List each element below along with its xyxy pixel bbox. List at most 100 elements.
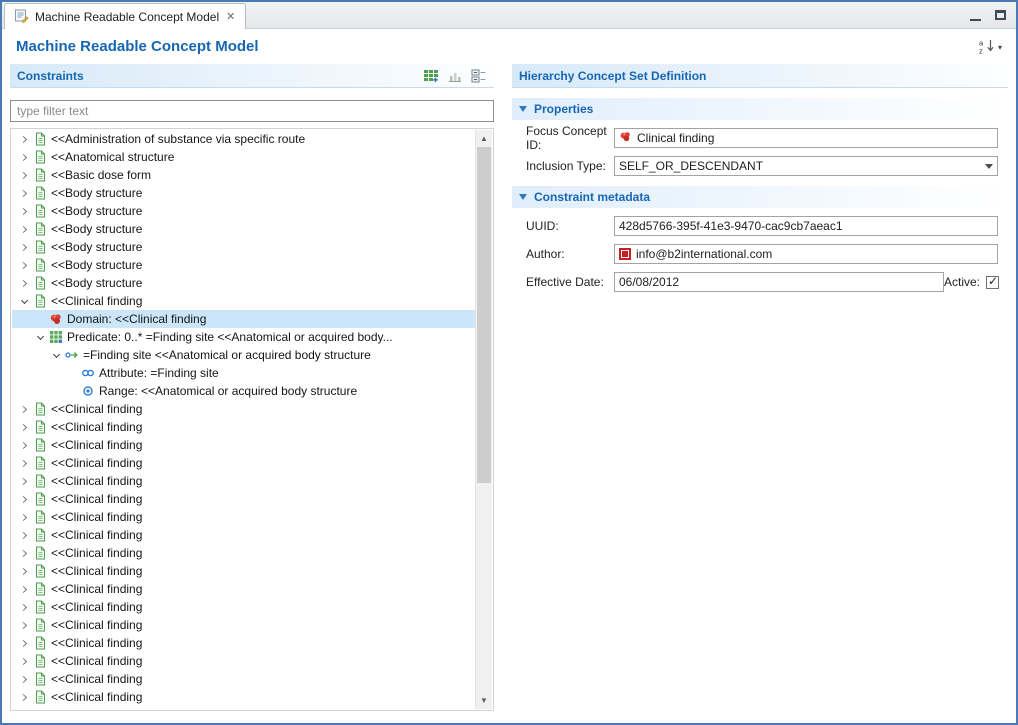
tree-item-label: <<Administration of substance via specif… <box>51 132 305 146</box>
minimize-icon[interactable] <box>970 19 981 21</box>
tree-item[interactable]: <<Clinical finding <box>12 508 475 526</box>
chevron-right-icon[interactable] <box>16 545 32 561</box>
chevron-right-icon[interactable] <box>16 131 32 147</box>
chevron-right-icon[interactable] <box>16 653 32 669</box>
tree-item[interactable]: <<Clinical finding <box>12 562 475 580</box>
tree-item[interactable]: Range: <<Anatomical or acquired body str… <box>12 382 475 400</box>
chevron-right-icon[interactable] <box>16 563 32 579</box>
tree-item[interactable]: <<Clinical finding <box>12 292 475 310</box>
tree-item[interactable]: <<Clinical finding <box>12 670 475 688</box>
tree-item[interactable]: <<Clinical finding <box>12 418 475 436</box>
scroll-up-icon[interactable]: ▲ <box>476 130 492 147</box>
chevron-right-icon[interactable] <box>16 671 32 687</box>
chevron-down-icon[interactable] <box>48 347 64 363</box>
chevron-right-icon[interactable] <box>16 455 32 471</box>
tree-item[interactable]: <<Anatomical structure <box>12 148 475 166</box>
chevron-right-icon[interactable] <box>16 473 32 489</box>
tree-item[interactable]: <<Clinical finding <box>12 490 475 508</box>
section-twisty-icon[interactable] <box>519 106 527 112</box>
tree-item[interactable]: <<Clinical finding <box>12 544 475 562</box>
tree-item-label: <<Basic dose form <box>51 168 151 182</box>
tree-item[interactable]: <<Clinical finding <box>12 526 475 544</box>
maximize-icon[interactable] <box>995 10 1006 20</box>
chevron-right-icon[interactable] <box>16 509 32 525</box>
chevron-right-icon[interactable] <box>16 167 32 183</box>
tree-item[interactable]: <<Clinical finding <box>12 688 475 706</box>
chevron-right-icon[interactable] <box>16 275 32 291</box>
uuid-field[interactable] <box>614 216 998 236</box>
chevron-right-icon[interactable] <box>16 401 32 417</box>
chevron-right-icon[interactable] <box>16 617 32 633</box>
tree-item[interactable]: <<Clinical finding <box>12 436 475 454</box>
tree-item[interactable]: <<Body structure <box>12 184 475 202</box>
chevron-right-icon[interactable] <box>16 203 32 219</box>
tree-item[interactable]: <<Basic dose form <box>12 166 475 184</box>
tree-item[interactable]: <<Body structure <box>12 256 475 274</box>
constraint-icon <box>32 437 48 453</box>
scroll-down-icon[interactable]: ▼ <box>476 692 492 709</box>
chevron-right-icon[interactable] <box>16 239 32 255</box>
tree-item-label: <<Anatomical structure <box>51 150 174 164</box>
section-twisty-icon[interactable] <box>519 194 527 200</box>
tree-item[interactable]: <<Clinical finding <box>12 634 475 652</box>
close-icon[interactable]: ✕ <box>225 10 236 23</box>
chevron-right-icon[interactable] <box>16 581 32 597</box>
constraint-icon <box>32 545 48 561</box>
chevron-right-icon[interactable] <box>16 635 32 651</box>
tree-item[interactable]: <<Clinical finding <box>12 616 475 634</box>
chevron-right-icon[interactable] <box>16 491 32 507</box>
active-checkbox[interactable] <box>986 276 999 289</box>
tree-item[interactable]: <<Clinical finding <box>12 400 475 418</box>
scrollbar-thumb[interactable] <box>477 147 491 483</box>
domain-icon <box>619 130 632 146</box>
inclusion-type-row: Inclusion Type: SELF_OR_DESCENDANT <box>526 156 998 176</box>
tree-item-label: <<Body structure <box>51 186 142 200</box>
chart-icon[interactable] <box>447 68 463 84</box>
tree-item[interactable]: <<Body structure <box>12 220 475 238</box>
collapse-all-icon[interactable] <box>471 68 487 84</box>
tree-item[interactable]: Attribute: =Finding site <box>12 364 475 382</box>
tree-item[interactable]: Predicate: 0..* =Finding site <<Anatomic… <box>12 328 475 346</box>
tree-scrollbar[interactable]: ▲ ▼ <box>475 130 492 709</box>
chevron-right-icon[interactable] <box>16 221 32 237</box>
tree-item[interactable]: <<Administration of substance via specif… <box>12 130 475 148</box>
inclusion-type-select[interactable]: SELF_OR_DESCENDANT <box>614 156 998 176</box>
tree-item[interactable]: <<Body structure <box>12 238 475 256</box>
sort-az-button[interactable]: az ▾ <box>978 38 1002 57</box>
tree-item[interactable]: <<Clinical finding <box>12 580 475 598</box>
constraint-icon <box>32 455 48 471</box>
constraint-icon <box>32 203 48 219</box>
chevron-right-icon[interactable] <box>16 419 32 435</box>
tree-item[interactable]: <<Body structure <box>12 274 475 292</box>
chevron-down-icon[interactable] <box>16 293 32 309</box>
tree-item-label: <<Clinical finding <box>51 654 142 668</box>
chevron-right-icon[interactable] <box>16 257 32 273</box>
tree-item[interactable]: =Finding site <<Anatomical or acquired b… <box>12 346 475 364</box>
attribute-icon <box>80 365 96 381</box>
chevron-right-icon[interactable] <box>16 599 32 615</box>
tree-item[interactable]: <<Clinical finding <box>12 472 475 490</box>
tree-item[interactable]: <<Clinical finding <box>12 652 475 670</box>
chevron-right-icon[interactable] <box>16 527 32 543</box>
chevron-right-icon[interactable] <box>16 689 32 705</box>
uuid-row: UUID: <box>526 216 998 236</box>
focus-concept-field[interactable]: Clinical finding <box>614 128 998 148</box>
chevron-right-icon[interactable] <box>16 149 32 165</box>
chevron-down-icon[interactable] <box>32 329 48 345</box>
constraint-icon <box>32 419 48 435</box>
tree-item[interactable]: Domain: <<Clinical finding <box>12 310 475 328</box>
tree-item[interactable]: <<Body structure <box>12 202 475 220</box>
tree-item-label: <<Clinical finding <box>51 564 142 578</box>
editor-tab[interactable]: Machine Readable Concept Model ✕ <box>4 3 246 29</box>
tree-item[interactable]: <<Clinical finding <box>12 598 475 616</box>
constraint-icon <box>32 401 48 417</box>
filter-input[interactable] <box>10 100 494 122</box>
author-field[interactable]: info@b2international.com <box>614 244 998 264</box>
tree-item[interactable]: <<Clinical finding <box>12 454 475 472</box>
constraint-icon <box>32 473 48 489</box>
chevron-right-icon[interactable] <box>16 185 32 201</box>
constraint-icon <box>32 653 48 669</box>
effective-date-field[interactable] <box>614 272 944 292</box>
chevron-right-icon[interactable] <box>16 437 32 453</box>
new-constraint-grid-icon[interactable] <box>423 68 439 84</box>
